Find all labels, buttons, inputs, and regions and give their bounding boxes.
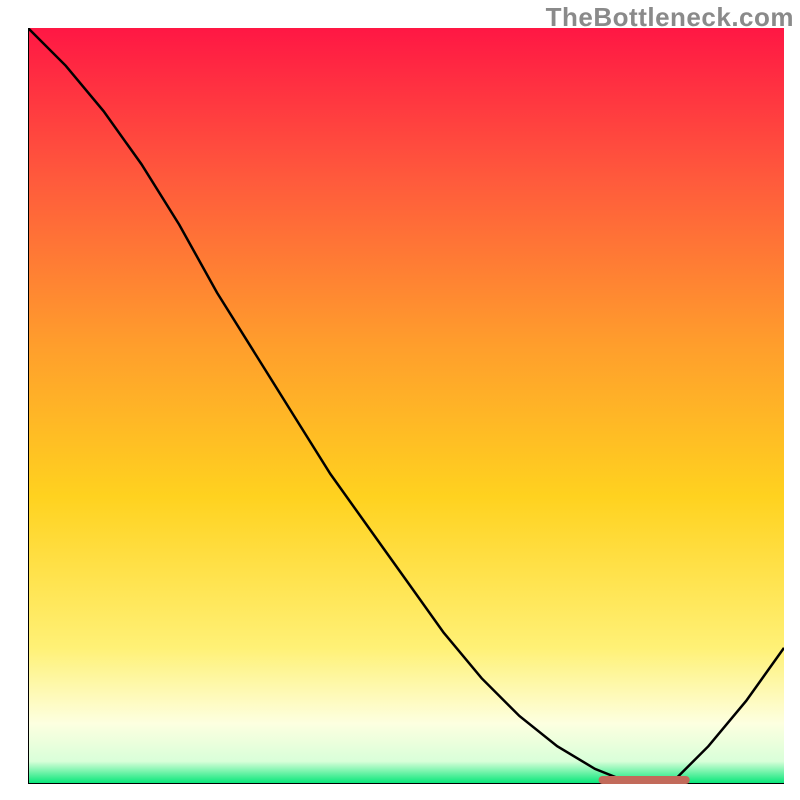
chart-svg [28,28,784,784]
plot-background [28,28,784,784]
chart [28,28,784,784]
